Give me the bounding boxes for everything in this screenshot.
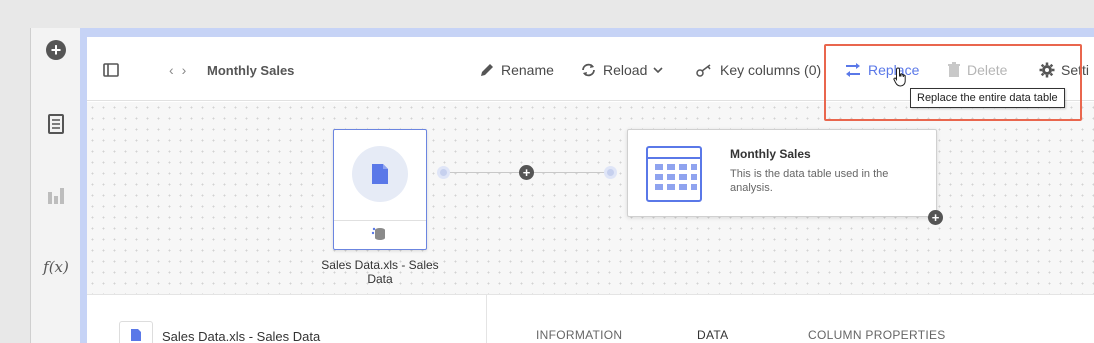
source-node-label: Sales Data.xls - Sales Data: [321, 258, 439, 286]
target-node-description: This is the data table used in the analy…: [730, 168, 889, 194]
add-icon[interactable]: +: [31, 40, 81, 60]
connector-dot[interactable]: [437, 166, 450, 179]
key-icon: [696, 63, 714, 77]
replace-icon: [844, 62, 862, 78]
bar-chart-icon[interactable]: [31, 186, 81, 204]
source-details: Sales Data.xls - Sales Data: [87, 295, 487, 343]
details-panel: Sales Data.xls - Sales Data INFORMATION …: [87, 294, 1094, 343]
function-icon[interactable]: f(x): [31, 258, 81, 276]
target-node-title: Monthly Sales: [730, 147, 811, 161]
settings-button[interactable]: Setti: [1039, 59, 1089, 81]
data-flow-canvas: Sales Data.xls - Sales Data + Monthly Sa…: [87, 102, 1094, 294]
tab-column-properties[interactable]: COLUMN PROPERTIES: [808, 328, 946, 342]
key-columns-button[interactable]: Key columns (0): [696, 59, 821, 81]
rename-label: Rename: [501, 62, 554, 78]
add-after-icon[interactable]: +: [928, 210, 943, 225]
left-rail: + f(x): [30, 28, 80, 343]
gear-icon: [1039, 62, 1055, 78]
divider: [334, 220, 426, 221]
chevron-right-icon[interactable]: ›: [182, 62, 187, 78]
insert-step-icon[interactable]: +: [519, 165, 534, 180]
rename-button[interactable]: Rename: [479, 59, 554, 81]
trash-icon: [947, 62, 961, 78]
file-icon: [372, 164, 388, 184]
data-canvas-panel: ‹ › Monthly Sales Rename Reload Key colu…: [87, 37, 1094, 343]
tooltip: Replace the entire data table: [910, 88, 1065, 108]
target-node[interactable]: Monthly Sales This is the data table use…: [627, 129, 937, 217]
tab-information[interactable]: INFORMATION: [536, 328, 622, 342]
source-node[interactable]: [333, 129, 427, 250]
pencil-icon: [479, 62, 495, 78]
source-file-circle: [352, 146, 408, 202]
tab-data[interactable]: DATA: [697, 328, 728, 342]
hand-cursor-icon: [893, 67, 909, 92]
connector-dot[interactable]: [604, 166, 617, 179]
key-columns-label: Key columns (0): [720, 62, 822, 78]
delete-label: Delete: [967, 62, 1008, 78]
data-table-icon[interactable]: [31, 114, 81, 134]
settings-label: Setti: [1061, 62, 1090, 78]
data-source-icon: [371, 226, 389, 247]
reload-label: Reload: [603, 62, 648, 78]
reload-button[interactable]: Reload: [580, 59, 663, 81]
page-title: Monthly Sales: [207, 62, 295, 78]
chevron-down-icon: [653, 67, 663, 73]
toggle-sidebar-icon[interactable]: [103, 59, 119, 81]
file-name: Sales Data.xls - Sales Data: [162, 329, 321, 343]
file-icon: [119, 321, 153, 343]
delete-button[interactable]: Delete: [947, 59, 1007, 81]
breadcrumb-nav: ‹ ›: [169, 59, 194, 81]
table-icon: [646, 146, 702, 207]
reload-icon: [580, 62, 597, 78]
chevron-left-icon[interactable]: ‹: [169, 62, 174, 78]
